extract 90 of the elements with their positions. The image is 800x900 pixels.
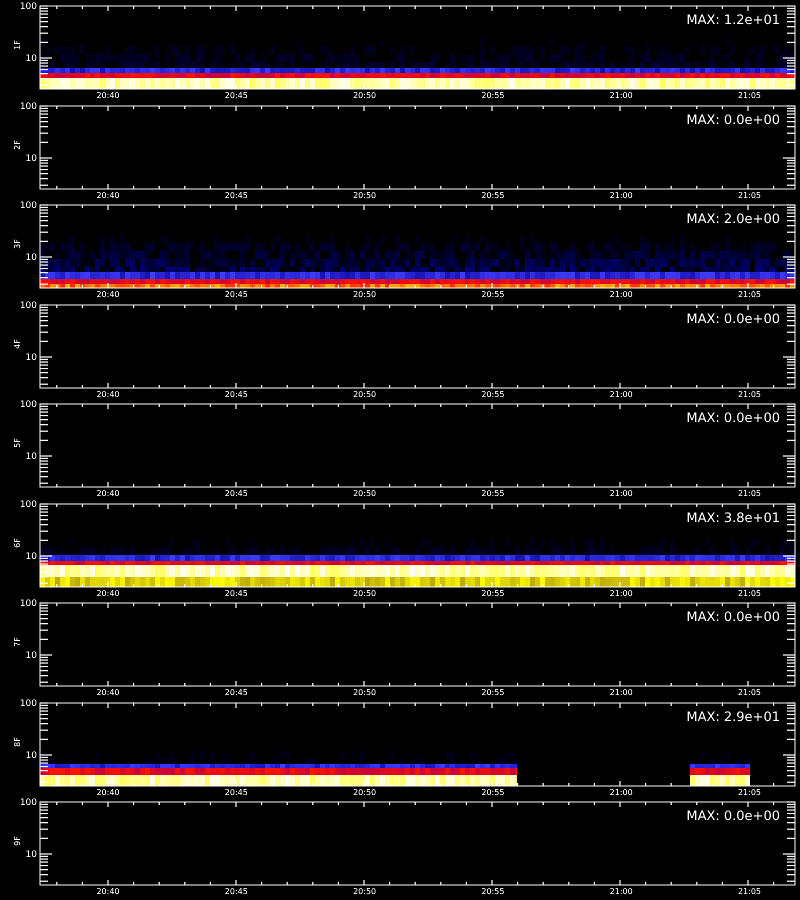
tick-label: 21:05 <box>738 788 762 796</box>
tick-label: 20:40 <box>96 588 120 597</box>
tick-label: 20:45 <box>224 489 248 498</box>
tick-label: 20:50 <box>353 390 376 398</box>
tick-label: 100 <box>20 300 37 310</box>
tick-label: 20:40 <box>96 887 120 896</box>
tick-label: 20:55 <box>481 588 504 597</box>
max-label: MAX: 1.2e+01 <box>686 13 780 28</box>
tick-label: 100 <box>20 500 37 510</box>
tick-label: 20:40 <box>96 190 120 199</box>
tick-label: 10 <box>26 253 37 263</box>
tick-label: 20:55 <box>481 390 504 398</box>
max-label: MAX: 0.0e+00 <box>686 809 780 824</box>
axis-label: 6F <box>13 538 22 548</box>
tick-label: 20:50 <box>353 887 376 896</box>
tick-label: 20:55 <box>481 688 504 696</box>
tick-label: 10 <box>26 850 37 860</box>
tick-label: 21:05 <box>738 887 762 896</box>
tick-label: 20:40 <box>96 290 120 298</box>
tick-label: 100 <box>20 698 37 708</box>
tick-label: 20:40 <box>96 390 120 398</box>
tick-label: 21:05 <box>738 489 762 498</box>
tick-label: 21:05 <box>738 91 762 100</box>
axis-label: 3F <box>13 239 22 249</box>
axis-label: 1F <box>13 40 22 50</box>
axis-label: 7F <box>13 637 22 647</box>
tick-label: 20:40 <box>96 688 120 696</box>
tick-label: 20:40 <box>96 489 120 498</box>
tick-label: 20:45 <box>224 887 248 896</box>
max-label: MAX: 3.8e+01 <box>686 510 780 526</box>
tick-label: 20:45 <box>224 390 248 398</box>
tick-label: 20:50 <box>353 190 376 199</box>
tick-label: 20:50 <box>353 788 376 796</box>
max-label: MAX: 2.9e+01 <box>686 710 780 724</box>
tick-label: 21:05 <box>738 290 762 298</box>
tick-label: 20:45 <box>224 290 248 298</box>
tick-label: 21:00 <box>610 390 633 398</box>
tick-label: 100 <box>20 201 37 211</box>
tick-label: 20:40 <box>96 788 120 796</box>
tick-label: 100 <box>20 599 37 609</box>
axis-label: 5F <box>13 438 22 448</box>
tick-label: 21:05 <box>738 390 762 398</box>
tick-label: 10 <box>26 552 37 562</box>
tick-label: 20:50 <box>353 489 376 498</box>
tick-label: 20:45 <box>224 788 248 796</box>
tick-label: 20:45 <box>224 588 248 597</box>
tick-label: 21:00 <box>610 887 633 896</box>
axis-label: 4F <box>13 338 22 348</box>
tick-label: 20:50 <box>353 290 376 298</box>
tick-label: 100 <box>20 400 37 410</box>
max-label: MAX: 0.0e+00 <box>686 411 780 426</box>
tick-label: 21:05 <box>738 688 762 696</box>
tick-label: 21:05 <box>738 190 762 199</box>
tick-label: 20:55 <box>481 91 504 100</box>
tick-label: 21:00 <box>610 588 633 597</box>
tick-label: 100 <box>20 102 37 112</box>
tick-label: 20:40 <box>96 91 120 100</box>
axis-label: 8F <box>13 736 22 746</box>
tick-label: 10 <box>26 54 37 64</box>
tick-label: 20:55 <box>481 887 504 896</box>
tick-label: 100 <box>20 798 37 808</box>
tick-label: 21:00 <box>610 190 633 199</box>
tick-label: 21:00 <box>610 788 633 796</box>
tick-label: 20:45 <box>224 688 248 696</box>
tick-label: 20:50 <box>353 688 376 696</box>
tick-label: 10 <box>26 651 37 661</box>
tick-label: 10 <box>26 452 37 462</box>
tick-label: 21:00 <box>610 290 633 298</box>
tick-label: 21:00 <box>610 91 633 100</box>
tick-label: 20:55 <box>481 788 504 796</box>
axis-label: 9F <box>13 836 22 846</box>
tick-label: 20:55 <box>481 190 504 199</box>
tick-label: 20:50 <box>353 588 376 597</box>
tick-label: 100 <box>20 2 37 12</box>
max-label: MAX: 0.0e+00 <box>686 610 780 625</box>
tick-label: 20:55 <box>481 489 504 498</box>
tick-label: 21:05 <box>738 588 762 597</box>
tick-label: 10 <box>26 352 37 362</box>
max-label: MAX: 2.0e+00 <box>686 212 780 227</box>
tick-label: 20:50 <box>353 91 376 100</box>
tick-label: 10 <box>26 154 37 164</box>
max-label: MAX: 0.0e+00 <box>686 112 780 128</box>
tick-label: 20:45 <box>224 91 248 100</box>
max-label: MAX: 0.0e+00 <box>686 312 780 326</box>
tick-label: 10 <box>26 750 37 760</box>
tick-label: 21:00 <box>610 489 633 498</box>
tick-label: 20:55 <box>481 290 504 298</box>
axis-label: 2F <box>13 140 22 150</box>
tick-label: 21:00 <box>610 688 633 696</box>
tick-label: 20:45 <box>224 190 248 199</box>
